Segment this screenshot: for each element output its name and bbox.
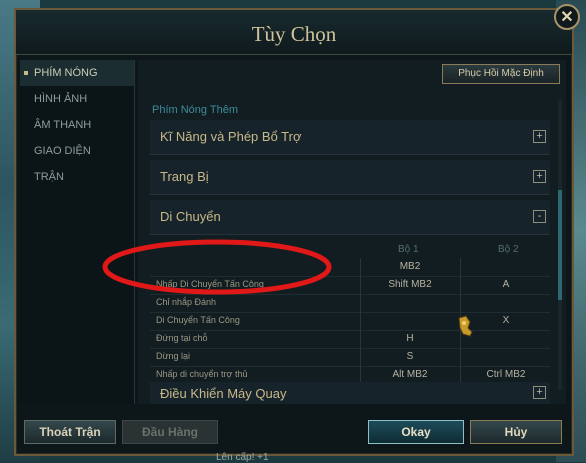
expand-icon[interactable]: + [533, 170, 546, 183]
sidebar: PHÍM NÓNG HÌNH ẢNH ÂM THANH GIAO DIỆN TR… [20, 60, 135, 404]
keybind-name: Đứng tại chỗ [156, 333, 208, 343]
scroll-thumb[interactable] [558, 190, 562, 300]
keybind-set1[interactable]: H [360, 333, 460, 344]
category-camera[interactable]: Điều Khiển Máy Quay + [150, 382, 550, 404]
table-row: Di Chuyển Tấn Công X [150, 312, 550, 331]
category-label: Trang Bị [160, 169, 209, 184]
dialog-footer: Thoát Trận Đầu Hàng Okay Hủy [16, 414, 572, 450]
level-up-text: Lên cấp! +1 [216, 452, 269, 463]
keybind-name: Chỉ nhắp Đánh [156, 297, 217, 307]
keybind-set2[interactable]: A [460, 279, 552, 290]
sidebar-item-interface[interactable]: GIAO DIỆN [20, 138, 134, 164]
table-row: Dừng lại S [150, 348, 550, 367]
keybind-set1[interactable]: MB2 [360, 261, 460, 272]
keybind-name: Dừng lại [156, 351, 191, 361]
category-label: Điều Khiển Máy Quay [160, 386, 287, 401]
expand-icon[interactable]: + [533, 386, 546, 399]
close-icon: ✕ [560, 9, 574, 26]
sidebar-item-game[interactable]: TRẬN [20, 164, 134, 190]
dialog-title: Tùy Chọn [251, 22, 337, 46]
sidebar-item-sound[interactable]: ÂM THANH [20, 112, 134, 138]
category-skills[interactable]: Kĩ Năng và Phép Bổ Trợ + [150, 120, 550, 155]
cancel-button[interactable]: Hủy [470, 420, 562, 444]
keybind-set1[interactable]: Alt MB2 [360, 369, 460, 380]
column-header-set1: Bộ 1 [398, 244, 419, 255]
keybind-name: Di Chuyển Tấn Công [156, 315, 240, 325]
category-label: Di Chuyển [160, 209, 221, 224]
keybind-name: Nhấp di chuyển trợ thủ [156, 369, 248, 379]
category-movement[interactable]: Di Chuyển - [150, 200, 550, 235]
title-bar: Tùy Chọn [16, 10, 572, 55]
table-row: Nhấp Di Chuyển Tấn Công Shift MB2 A [150, 276, 550, 295]
restore-defaults-button[interactable]: Phục Hồi Mặc Định [442, 64, 560, 84]
collapse-icon[interactable]: - [533, 210, 546, 223]
expand-icon[interactable]: + [533, 130, 546, 143]
sidebar-item-hotkeys[interactable]: PHÍM NÓNG [20, 60, 134, 86]
options-dialog: Tùy Chọn ✕ PHÍM NÓNG HÌNH ẢNH ÂM THANH G… [14, 4, 580, 456]
category-label: Kĩ Năng và Phép Bổ Trợ [160, 129, 302, 144]
sidebar-item-video[interactable]: HÌNH ẢNH [20, 86, 134, 112]
keybind-set1[interactable]: S [360, 351, 460, 362]
column-header-set2: Bộ 2 [498, 244, 519, 255]
mouse-cursor-icon [458, 315, 473, 337]
scrollbar[interactable] [558, 100, 562, 390]
hotkeys-panel: Phục Hồi Mặc Định Phím Nóng Thêm Kĩ Năng… [138, 60, 566, 404]
keybind-name: Nhấp Di Chuyển Tấn Công [156, 279, 264, 289]
category-items[interactable]: Trang Bị + [150, 160, 550, 195]
surrender-button[interactable]: Đầu Hàng [122, 420, 218, 444]
table-row: Đứng tại chỗ H [150, 330, 550, 349]
close-button[interactable]: ✕ [554, 4, 580, 30]
table-row: Chỉ nhắp Đánh [150, 294, 550, 313]
table-row: MB2 [150, 258, 550, 277]
okay-button[interactable]: Okay [368, 420, 464, 444]
hotkeys-scroll-area: Phím Nóng Thêm Kĩ Năng và Phép Bổ Trợ + … [144, 94, 554, 404]
keybind-set1[interactable]: Shift MB2 [360, 279, 460, 290]
keybind-set2[interactable]: Ctrl MB2 [460, 369, 552, 380]
section-title: Phím Nóng Thêm [152, 104, 239, 116]
leave-game-button[interactable]: Thoát Trận [24, 420, 116, 444]
